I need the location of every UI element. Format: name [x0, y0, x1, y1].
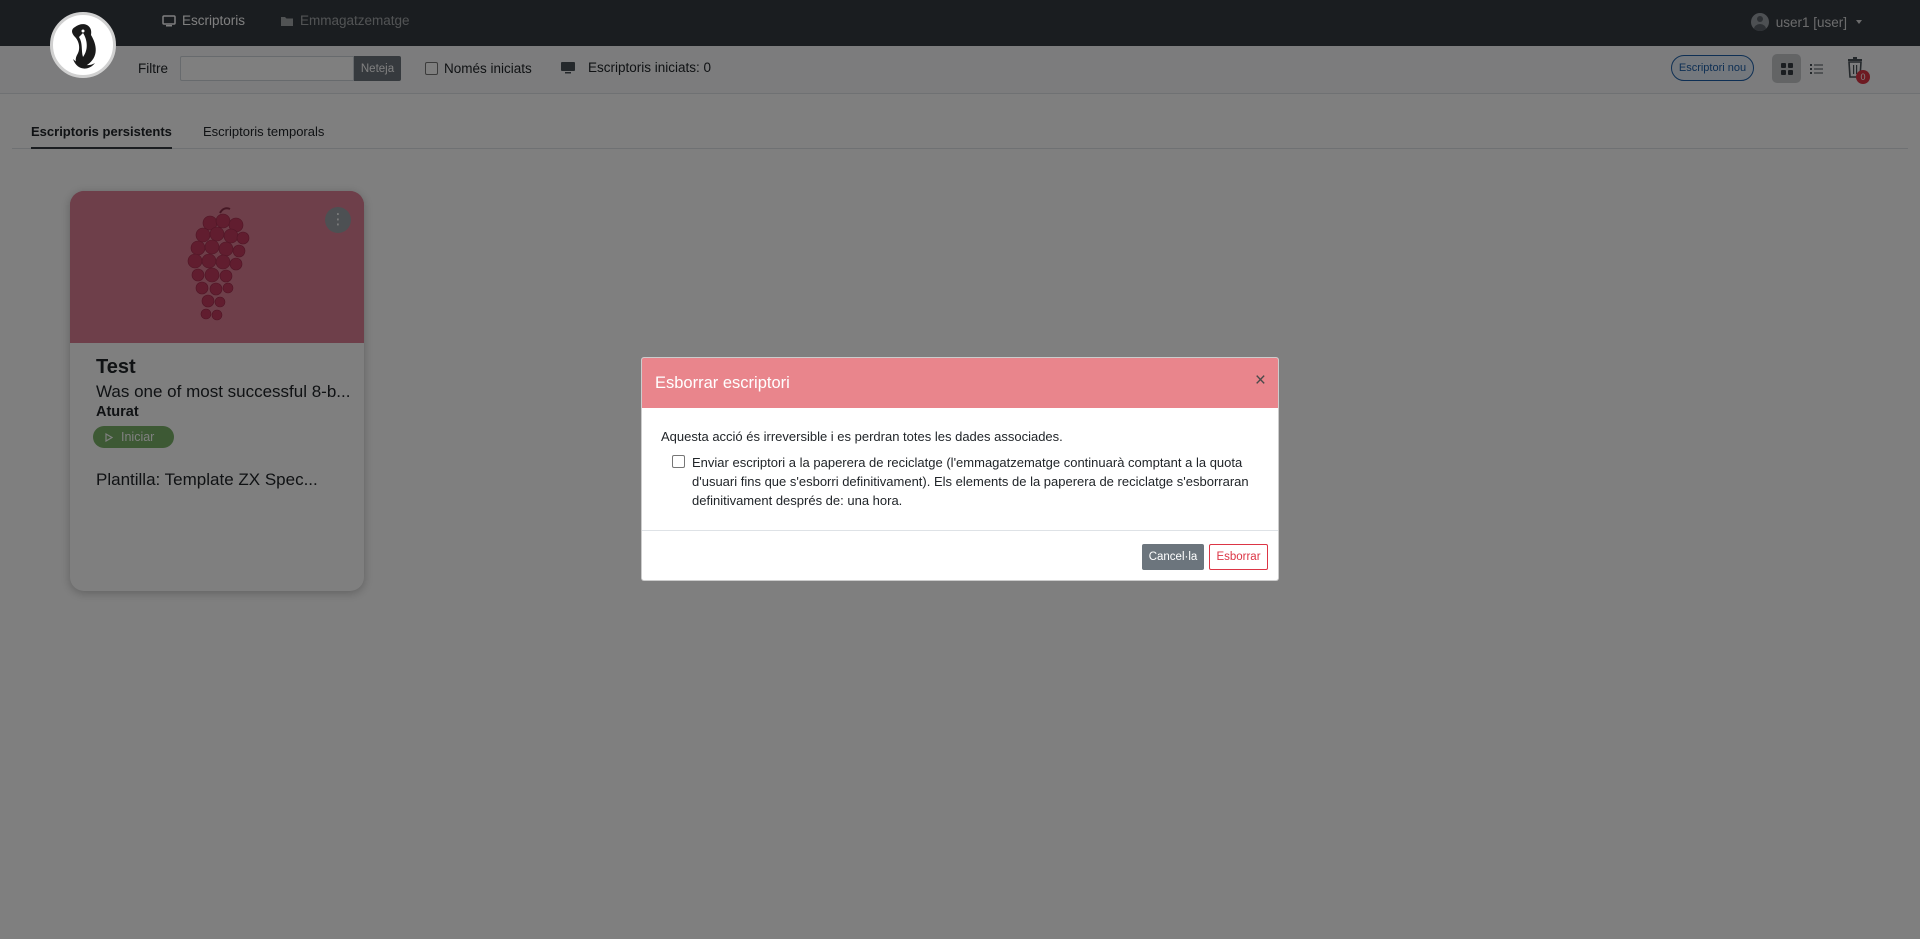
modal-warning: Aquesta acció és irreversible i es perdr… [661, 429, 1063, 444]
modal-header: Esborrar escriptori × [642, 358, 1278, 408]
close-icon[interactable]: × [1255, 370, 1266, 392]
penguin-logo-icon [72, 24, 96, 69]
recycle-bin-label[interactable]: Enviar escriptori a la paperera de recic… [692, 453, 1262, 510]
cancel-button[interactable]: Cancel·la [1142, 544, 1204, 570]
modal-footer: Cancel·la Esborrar [642, 530, 1278, 580]
delete-desktop-modal: Esborrar escriptori × Aquesta acció és i… [641, 357, 1279, 581]
penguin-logo[interactable] [50, 12, 116, 78]
recycle-bin-checkbox[interactable] [672, 455, 685, 468]
delete-button[interactable]: Esborrar [1209, 544, 1268, 570]
modal-title: Esborrar escriptori [655, 374, 790, 392]
